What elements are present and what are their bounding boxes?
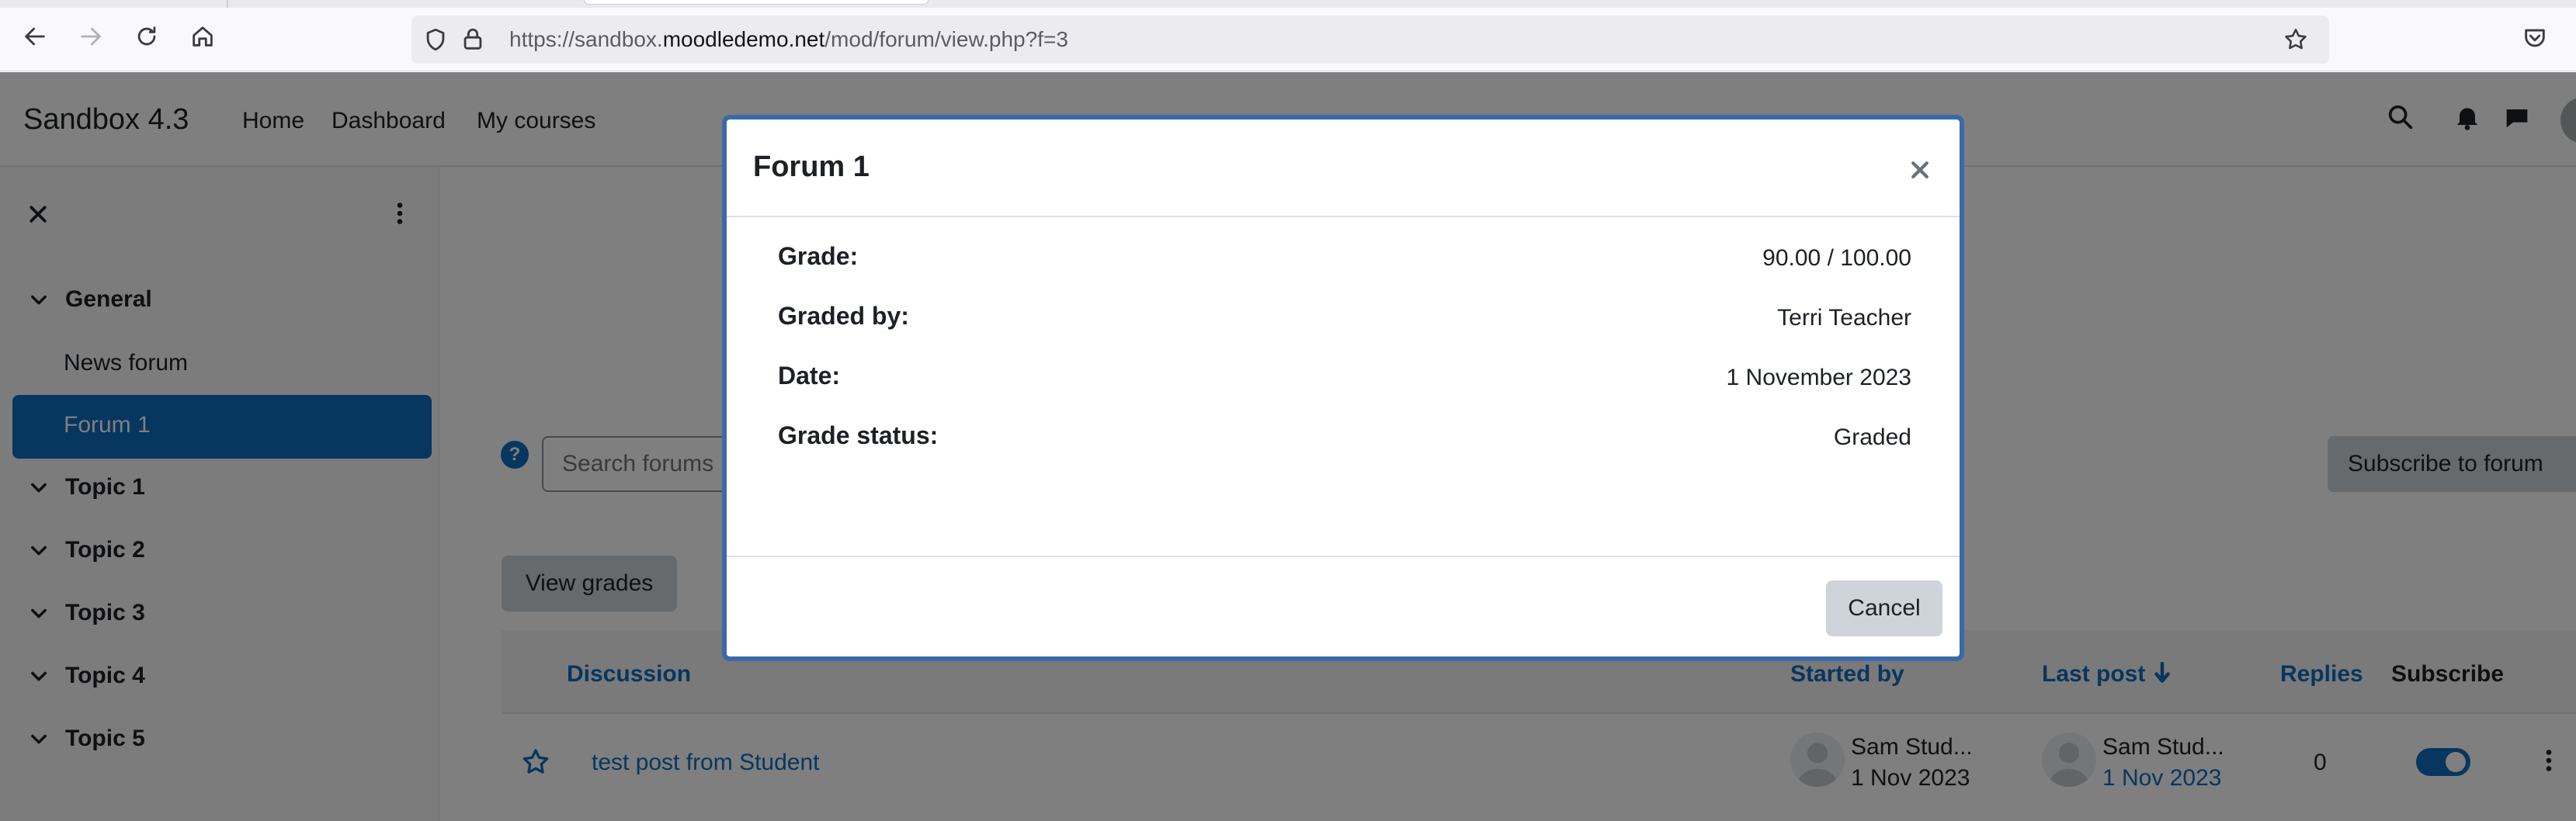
tab-divider (227, 0, 228, 8)
grade-status-label: Grade status: (778, 421, 939, 449)
modal-footer-divider (727, 556, 1960, 557)
forward-icon[interactable] (75, 20, 107, 53)
grade-label: Grade: (778, 242, 859, 270)
grade-modal: Forum 1 Grade: 90.00 / 100.00 Graded by:… (722, 115, 1964, 661)
url-text[interactable]: https://sandbox.moodledemo.net/mod/forum… (509, 27, 1068, 52)
url-bar[interactable]: https://sandbox.moodledemo.net/mod/forum… (411, 16, 2329, 64)
url-domain: moodledemo.net (662, 27, 825, 51)
grade-value: 90.00 / 100.00 (1762, 245, 1911, 271)
home-icon[interactable] (186, 20, 219, 53)
modal-title: Forum 1 (753, 151, 870, 183)
date-value: 1 November 2023 (1726, 365, 1911, 390)
pocket-icon[interactable] (2522, 25, 2548, 51)
close-icon[interactable] (1908, 158, 1932, 182)
grade-status-value: Graded (1833, 424, 1911, 450)
shield-icon[interactable] (422, 26, 449, 53)
back-icon[interactable] (19, 20, 51, 53)
cancel-button[interactable]: Cancel (1826, 580, 1942, 636)
tab-strip (0, 0, 2576, 8)
active-tab[interactable] (584, 0, 929, 5)
graded-by-label: Graded by: (778, 302, 909, 330)
lock-icon[interactable] (460, 26, 486, 53)
graded-by-value: Terri Teacher (1777, 305, 1911, 331)
url-prefix: https://sandbox. (509, 27, 663, 51)
browser-toolbar: https://sandbox.moodledemo.net/mod/forum… (0, 0, 2576, 71)
reload-icon[interactable] (130, 20, 163, 53)
modal-header-divider (727, 216, 1960, 217)
date-label: Date: (778, 362, 841, 390)
url-path: /mod/forum/view.php?f=3 (825, 27, 1068, 51)
bookmark-star-icon[interactable] (2283, 26, 2309, 53)
